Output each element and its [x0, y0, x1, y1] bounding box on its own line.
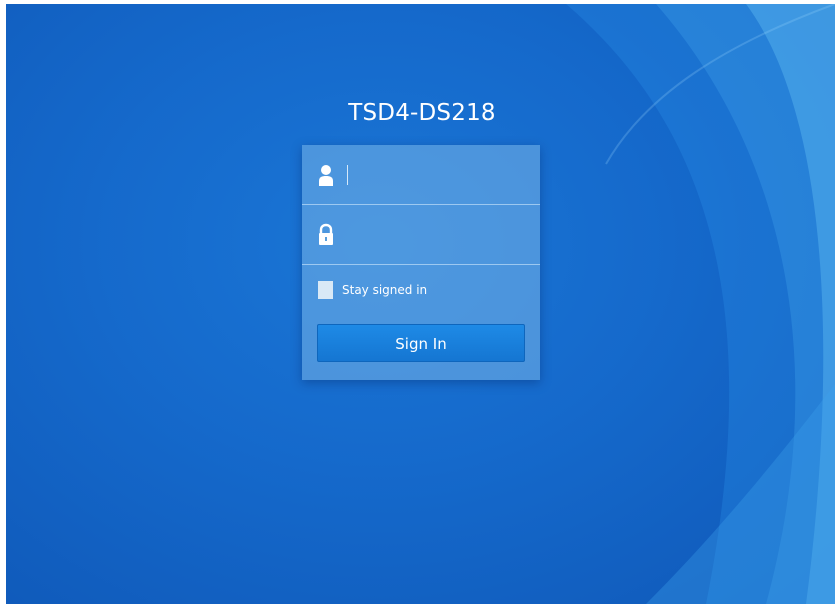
device-name-title: TSD4-DS218: [348, 100, 496, 126]
login-panel: Stay signed in Sign In: [302, 145, 540, 380]
password-input[interactable]: [344, 219, 524, 249]
stay-signed-in-checkbox[interactable]: [318, 281, 333, 299]
user-icon: [316, 163, 336, 187]
stay-signed-in-label[interactable]: Stay signed in: [342, 283, 427, 297]
username-field[interactable]: [302, 145, 540, 205]
stay-signed-in-option[interactable]: Stay signed in: [318, 280, 427, 300]
sign-in-button[interactable]: Sign In: [317, 324, 525, 362]
lock-icon: [316, 223, 336, 247]
login-screen: TSD4-DS218 Stay signed in Sign In: [6, 4, 835, 604]
username-input[interactable]: [344, 159, 524, 189]
password-field[interactable]: [302, 205, 540, 265]
